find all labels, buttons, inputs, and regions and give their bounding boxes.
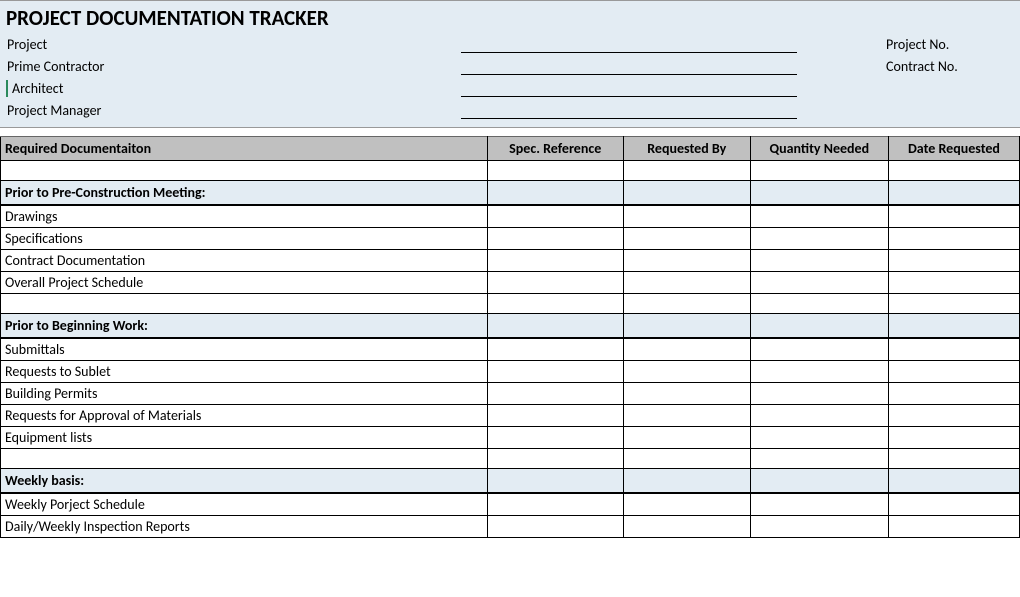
label-project: Project bbox=[6, 36, 461, 53]
header-row-contractor: Prime Contractor Contract No. bbox=[6, 55, 1014, 77]
table-row: Weekly Porject Schedule bbox=[1, 493, 1020, 516]
header-area: PROJECT DOCUMENTATION TRACKER Project Pr… bbox=[0, 0, 1020, 128]
doc-name: Weekly Porject Schedule bbox=[1, 493, 488, 516]
input-line-contractor[interactable] bbox=[461, 57, 797, 75]
table-row: Building Permits bbox=[1, 383, 1020, 405]
table-row: Specifications bbox=[1, 228, 1020, 250]
col-requested-by: Requested By bbox=[623, 137, 750, 161]
blank-row bbox=[1, 161, 1020, 181]
label-architect: Architect bbox=[6, 80, 461, 97]
col-quantity: Quantity Needed bbox=[750, 137, 888, 161]
label-project-no: Project No. bbox=[882, 36, 949, 53]
blank-row bbox=[1, 449, 1020, 469]
section-title: Prior to Beginning Work: bbox=[1, 314, 488, 339]
table-row: Requests to Sublet bbox=[1, 361, 1020, 383]
section-title: Prior to Pre-Construction Meeting: bbox=[1, 181, 488, 206]
label-contract-no: Contract No. bbox=[882, 58, 958, 75]
section-header: Weekly basis: bbox=[1, 469, 1020, 494]
doc-name: Specifications bbox=[1, 228, 488, 250]
doc-name: Drawings bbox=[1, 205, 488, 228]
table-row: Daily/Weekly Inspection Reports bbox=[1, 516, 1020, 538]
page-title: PROJECT DOCUMENTATION TRACKER bbox=[6, 5, 1014, 31]
table-row: Overall Project Schedule bbox=[1, 272, 1020, 294]
section-header: Prior to Pre-Construction Meeting: bbox=[1, 181, 1020, 206]
table-row: Submittals bbox=[1, 338, 1020, 361]
doc-name: Requests for Approval of Materials bbox=[1, 405, 488, 427]
input-line-project[interactable] bbox=[461, 35, 797, 53]
header-row-project: Project Project No. bbox=[6, 33, 1014, 55]
table-row: Contract Documentation bbox=[1, 250, 1020, 272]
doc-name: Requests to Sublet bbox=[1, 361, 488, 383]
doc-name: Contract Documentation bbox=[1, 250, 488, 272]
doc-name: Overall Project Schedule bbox=[1, 272, 488, 294]
doc-name: Daily/Weekly Inspection Reports bbox=[1, 516, 488, 538]
blank-row bbox=[1, 294, 1020, 314]
doc-name: Equipment lists bbox=[1, 427, 488, 449]
label-prime-contractor: Prime Contractor bbox=[6, 58, 461, 75]
table-row: Equipment lists bbox=[1, 427, 1020, 449]
header-row-architect: Architect bbox=[6, 77, 1014, 99]
column-header-row: Required Documentaiton Spec. Reference R… bbox=[1, 137, 1020, 161]
col-spec: Spec. Reference bbox=[487, 137, 623, 161]
section-header: Prior to Beginning Work: bbox=[1, 314, 1020, 339]
section-title: Weekly basis: bbox=[1, 469, 488, 494]
doc-name: Building Permits bbox=[1, 383, 488, 405]
label-project-manager: Project Manager bbox=[6, 102, 461, 119]
documentation-table: Required Documentaiton Spec. Reference R… bbox=[0, 136, 1020, 538]
table-row: Requests for Approval of Materials bbox=[1, 405, 1020, 427]
input-line-architect[interactable] bbox=[461, 79, 797, 97]
input-line-pm[interactable] bbox=[461, 101, 797, 119]
col-documentation: Required Documentaiton bbox=[1, 137, 488, 161]
doc-name: Submittals bbox=[1, 338, 488, 361]
header-row-pm: Project Manager bbox=[6, 99, 1014, 121]
table-row: Drawings bbox=[1, 205, 1020, 228]
col-date-requested: Date Requested bbox=[888, 137, 1019, 161]
